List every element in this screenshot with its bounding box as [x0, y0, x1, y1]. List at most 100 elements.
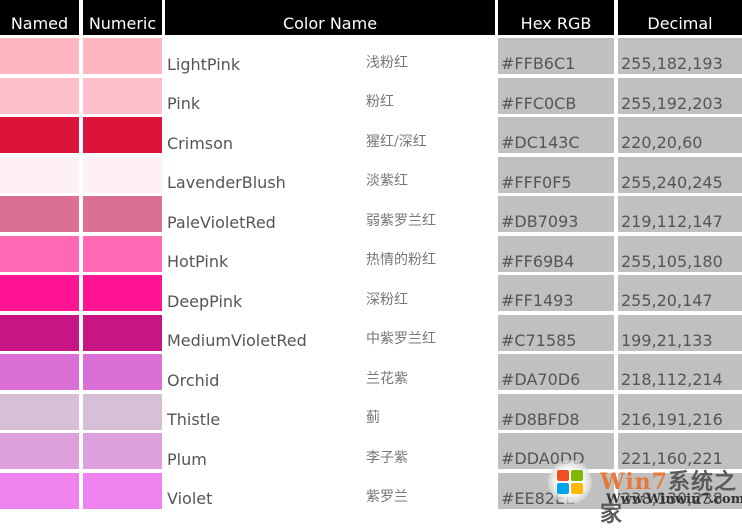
decimal-value: 255,240,245 — [621, 172, 723, 192]
hex-cell: #EE82EE — [498, 472, 614, 509]
decimal-cell: 218,112,214 — [618, 354, 742, 390]
decimal-value: 255,105,180 — [621, 251, 723, 271]
color-name: Crimson — [167, 133, 234, 153]
hex-value: #DB7093 — [501, 212, 579, 231]
decimal-cell: 238,130,238 — [618, 472, 742, 509]
named-color-swatch — [0, 235, 79, 272]
header-numeric: Numeric — [83, 0, 162, 35]
color-name-chinese: 紫罗兰 — [366, 489, 408, 505]
header-decimal-label: Decimal — [647, 14, 713, 33]
named-color-swatch — [0, 275, 79, 311]
hex-value: #FFF0F5 — [501, 172, 572, 192]
hex-cell: #D8BFD8 — [498, 393, 614, 430]
color-name: PaleVioletRed — [167, 212, 276, 232]
hex-cell: #FFC0CB — [498, 77, 614, 114]
table-row: Violet 紫罗兰 #EE82EE 238,130,238 — [0, 472, 742, 512]
table-row: PaleVioletRed 弱紫罗兰红 #DB7093 219,112,147 — [0, 195, 742, 235]
color-name: HotPink — [167, 252, 229, 271]
named-color-swatch — [0, 156, 79, 193]
color-name: Thistle — [167, 410, 221, 429]
decimal-value: 221,160,221 — [621, 449, 723, 468]
table-row: LightPink 浅粉红 #FFB6C1 255,182,193 — [0, 37, 742, 77]
color-name: MediumVioletRed — [167, 331, 307, 350]
color-name-chinese: 粉红 — [366, 94, 394, 110]
decimal-value: 255,192,203 — [621, 93, 723, 113]
hex-value: #FF69B4 — [501, 251, 575, 271]
hex-cell: #FFB6C1 — [498, 38, 614, 74]
color-name-chinese: 热情的粉红 — [366, 252, 436, 268]
named-color-swatch — [0, 472, 79, 509]
hex-value: #DC143C — [501, 133, 580, 152]
numeric-color-swatch — [83, 275, 162, 311]
decimal-cell: 255,240,245 — [618, 156, 742, 193]
hex-cell: #FF1493 — [498, 275, 614, 311]
header-named-label: Named — [10, 14, 69, 33]
named-color-swatch — [0, 354, 79, 390]
decimal-cell: 255,182,193 — [618, 38, 742, 74]
color-table-body: LightPink 浅粉红 #FFB6C1 255,182,193 Pink 粉红 #FFC… — [0, 37, 742, 511]
numeric-color-swatch — [83, 38, 162, 74]
table-row: Pink 粉红 #FFC0CB 255,192,203 — [0, 77, 742, 117]
hex-cell: #DC143C — [498, 117, 614, 153]
numeric-color-swatch — [83, 235, 162, 272]
numeric-color-swatch — [83, 117, 162, 153]
numeric-color-swatch — [83, 314, 162, 351]
table-row: Thistle 蓟 #D8BFD8 216,191,216 — [0, 393, 742, 433]
table-row: LavenderBlush 淡紫红 #FFF0F5 255,240,245 — [0, 156, 742, 196]
decimal-value: 199,21,133 — [621, 330, 713, 350]
hex-cell: #C71585 — [498, 314, 614, 351]
hex-value: #FFB6C1 — [501, 54, 576, 73]
named-color-swatch — [0, 196, 79, 232]
named-color-swatch — [0, 314, 79, 351]
table-row: Orchid 兰花紫 #DA70D6 218,112,214 — [0, 353, 742, 393]
numeric-color-swatch — [83, 77, 162, 114]
hex-value: #FF1493 — [501, 291, 574, 310]
named-color-swatch — [0, 38, 79, 74]
color-name-chinese: 李子紫 — [366, 449, 408, 466]
table-row: MediumVioletRed 中紫罗兰红 #C71585 199,21,133 — [0, 314, 742, 354]
numeric-color-swatch — [83, 156, 162, 193]
numeric-color-swatch — [83, 196, 162, 232]
table-row: Plum 李子紫 #DDA0DD 221,160,221 — [0, 432, 742, 472]
color-name-chinese: 深粉红 — [366, 291, 408, 308]
color-name: Plum — [167, 449, 207, 469]
color-name-chinese: 兰花紫 — [366, 370, 408, 387]
header-hex: Hex RGB — [498, 0, 614, 35]
color-name-chinese: 猩红/深红 — [366, 133, 427, 150]
hex-value: #DDA0DD — [501, 449, 585, 468]
color-name: Orchid — [167, 370, 220, 390]
numeric-color-swatch — [83, 433, 162, 469]
hex-cell: #DB7093 — [498, 196, 614, 232]
decimal-value: 255,182,193 — [621, 54, 723, 73]
color-name: Violet — [167, 489, 213, 508]
header-decimal: Decimal — [618, 0, 742, 35]
header-color-name-label: Color Name — [282, 14, 378, 33]
decimal-cell: 220,20,60 — [618, 117, 742, 153]
decimal-value: 238,130,238 — [621, 488, 723, 508]
hex-cell: #DDA0DD — [498, 433, 614, 469]
hex-value: #DA70D6 — [501, 370, 581, 389]
named-color-swatch — [0, 117, 79, 153]
color-name-chinese: 浅粉红 — [366, 54, 408, 71]
hex-value: #D8BFD8 — [501, 409, 580, 429]
color-name: Pink — [167, 94, 201, 113]
table-row: DeepPink 深粉红 #FF1493 255,20,147 — [0, 274, 742, 314]
decimal-value: 216,191,216 — [621, 409, 723, 429]
header-numeric-label: Numeric — [88, 14, 157, 33]
color-name-chinese: 弱紫罗兰红 — [366, 212, 436, 229]
numeric-color-swatch — [83, 354, 162, 390]
color-name-chinese: 淡紫红 — [366, 173, 408, 189]
decimal-cell: 216,191,216 — [618, 393, 742, 430]
decimal-value: 219,112,147 — [621, 212, 723, 231]
hex-value: #FFC0CB — [501, 93, 577, 113]
hex-cell: #DA70D6 — [498, 354, 614, 390]
hex-cell: #FFF0F5 — [498, 156, 614, 193]
decimal-cell: 221,160,221 — [618, 433, 742, 469]
numeric-color-swatch — [83, 472, 162, 509]
header-hex-label: Hex RGB — [520, 14, 592, 33]
table-row: HotPink 热情的粉红 #FF69B4 255,105,180 — [0, 235, 742, 275]
color-name: LightPink — [167, 54, 241, 74]
decimal-cell: 255,20,147 — [618, 275, 742, 311]
color-name-chinese: 中紫罗兰红 — [366, 331, 436, 347]
table-row: Crimson 猩红/深红 #DC143C 220,20,60 — [0, 116, 742, 156]
